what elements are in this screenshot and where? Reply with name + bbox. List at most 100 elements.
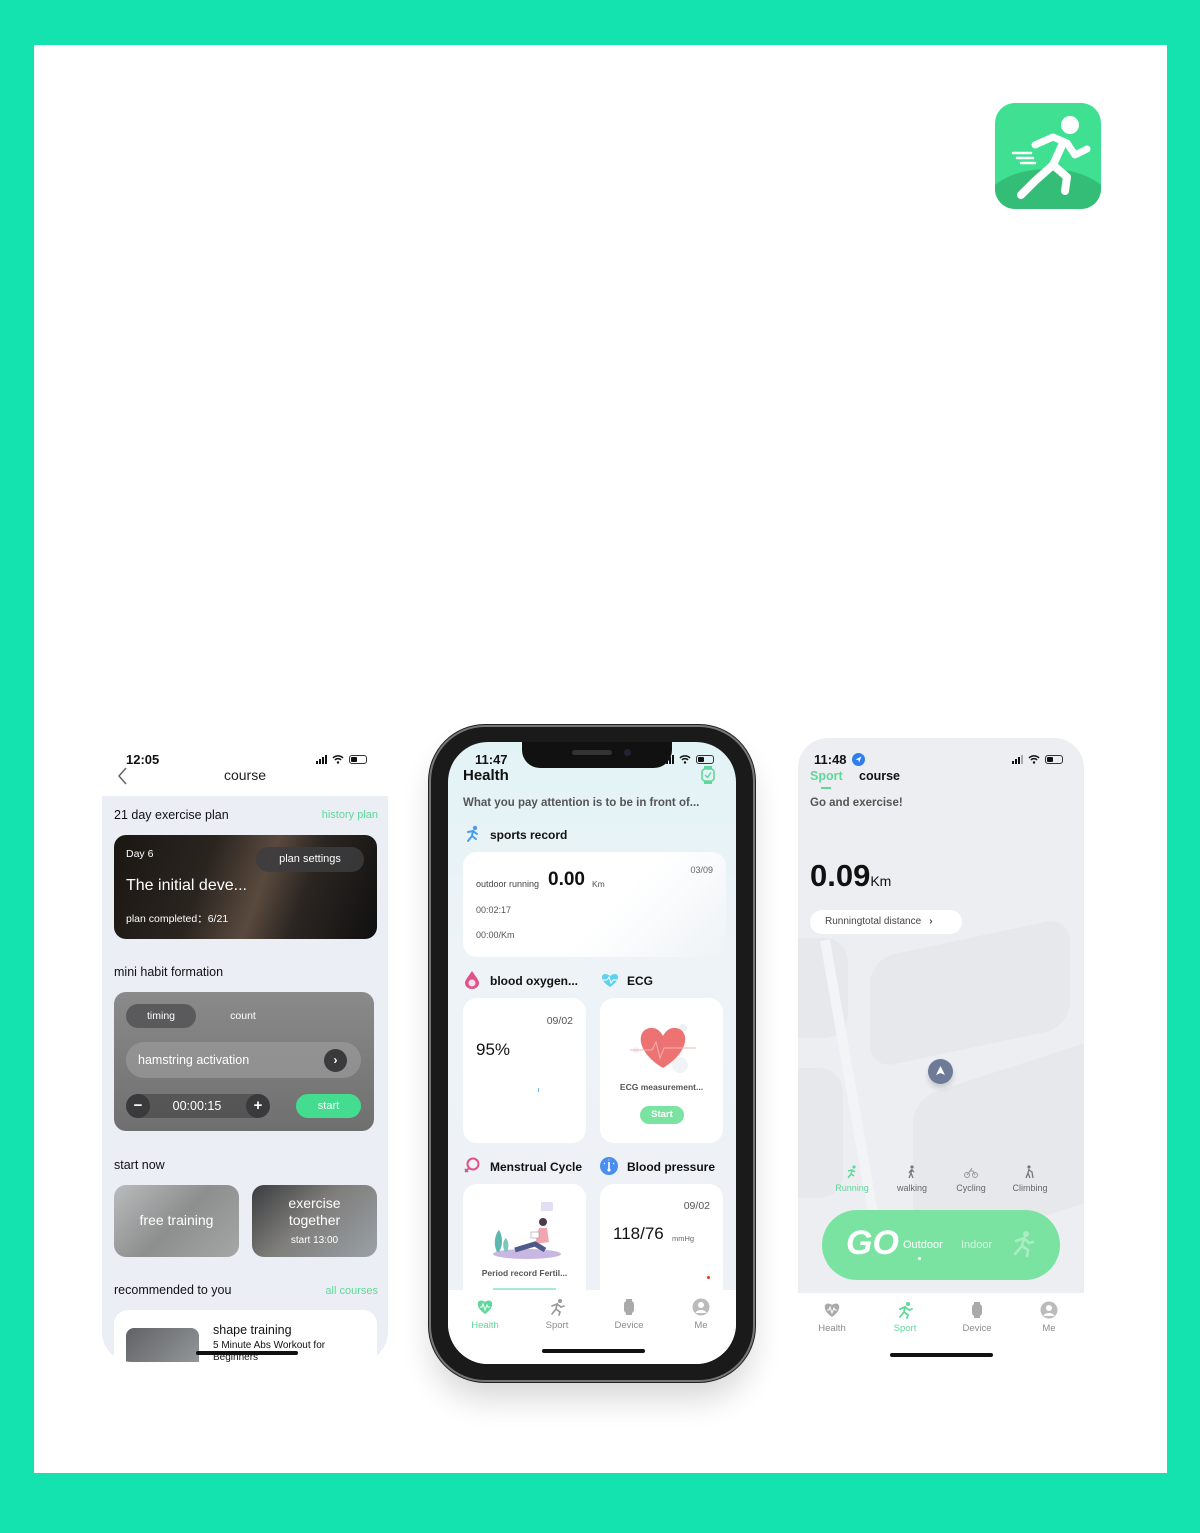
exercise-together-line1: exercise [288, 1195, 341, 1211]
sport-screen: 11:48 Sport course Go and exercise! 0.09… [798, 738, 1084, 1362]
running-person-icon [1011, 116, 1091, 199]
tab-sport[interactable]: Sport [532, 1298, 582, 1331]
walking-icon [908, 1165, 915, 1179]
sports-record-card[interactable]: outdoor running 0.00 Km 03/09 00:02:17 0… [463, 852, 726, 957]
go-button[interactable]: GO Outdoor Indoor [822, 1210, 1060, 1280]
profile-icon [692, 1298, 710, 1316]
speaker-grille [572, 750, 612, 755]
status-time: 11:47 [475, 752, 508, 767]
blood-oxygen-date: 09/02 [546, 1015, 573, 1027]
runner-icon [1013, 1231, 1034, 1258]
start-button[interactable]: start [296, 1094, 361, 1118]
tab-device[interactable]: Device [952, 1301, 1002, 1334]
tab-me[interactable]: Me [1024, 1301, 1074, 1334]
outdoor-option[interactable]: Outdoor [903, 1239, 943, 1251]
recommended-title: recommended to you [114, 1283, 232, 1297]
exercise-together-tile[interactable]: exercise together start 13:00 [252, 1185, 377, 1257]
mode-cycling-label: Cycling [956, 1183, 986, 1193]
tab-course-top[interactable]: course [859, 769, 900, 783]
mode-running[interactable]: Running [827, 1165, 877, 1193]
heart-icon [477, 1300, 493, 1314]
running-total-distance-button[interactable]: Runningtotal distance › [810, 910, 962, 934]
ecg-heart-icon [602, 974, 618, 987]
tab-me[interactable]: Me [676, 1298, 726, 1331]
phone-notch [522, 742, 672, 768]
mode-walking[interactable]: walking [887, 1165, 937, 1193]
tab-health[interactable]: Health [460, 1298, 510, 1331]
plan-progress-label: plan completed： [126, 913, 208, 925]
status-indicators [316, 755, 367, 764]
exercise-together-line2: together [288, 1212, 341, 1228]
ecg-card[interactable]: ECG measurement... Start [600, 998, 723, 1143]
sport-subtitle: Go and exercise! [810, 797, 903, 809]
tab-sport-top[interactable]: Sport [810, 769, 843, 783]
free-training-label: free training [139, 1212, 214, 1228]
watch-icon [624, 1299, 634, 1315]
tab-sport-label: Sport [545, 1320, 569, 1331]
active-tab-indicator [821, 787, 831, 789]
signal-icon [1012, 755, 1023, 764]
battery-icon [696, 755, 714, 764]
battery-icon [349, 755, 367, 764]
all-courses-link[interactable]: all courses [325, 1285, 378, 1297]
blood-pressure-title: Blood pressure [627, 1160, 716, 1174]
watch-check-icon[interactable] [700, 766, 716, 784]
menstrual-title: Menstrual Cycle [490, 1160, 583, 1174]
menstrual-caption: Period record Fertil... [481, 1268, 568, 1278]
ecg-start-button[interactable]: Start [640, 1106, 684, 1124]
start-now-title: start now [114, 1158, 165, 1172]
female-symbol-icon [464, 1157, 480, 1173]
blood-oxygen-card[interactable]: 09/02 95% [463, 998, 586, 1143]
chevron-right-icon: › [929, 916, 933, 927]
record-date: 03/09 [690, 865, 713, 875]
plan-day: Day 6 [126, 848, 154, 860]
blood-pressure-value: 118/76 [613, 1224, 664, 1243]
minus-icon[interactable]: − [126, 1094, 150, 1118]
home-indicator [196, 1351, 298, 1355]
blood-oxygen-chart-mark [538, 1088, 539, 1092]
sports-record-title: sports record [490, 828, 568, 842]
tab-timing[interactable]: timing [126, 1004, 196, 1028]
habit-card: timing count hamstring activation › 00:0… [114, 992, 374, 1131]
my-location-marker[interactable] [928, 1059, 953, 1084]
record-pace: 00:00/Km [476, 930, 515, 940]
plan-section-title: 21 day exercise plan [114, 808, 229, 822]
course-title: shape training [213, 1323, 292, 1337]
blood-pressure-date: 09/02 [683, 1200, 710, 1212]
home-indicator [890, 1353, 993, 1357]
tab-device[interactable]: Device [604, 1298, 654, 1331]
ecg-title: ECG [627, 974, 654, 988]
tab-health-label: Health [471, 1320, 499, 1331]
mode-cycling[interactable]: Cycling [946, 1165, 996, 1193]
plan-name: The initial deve... [126, 877, 247, 894]
plan-progress-value: 6/21 [207, 913, 229, 925]
plan-progress: plan completed：6/21 [126, 911, 228, 926]
activity-label: outdoor running [476, 879, 540, 889]
plan-card[interactable]: Day 6 plan settings The initial deve... … [114, 835, 377, 939]
status-indicators [1012, 755, 1063, 764]
record-duration: 00:02:17 [476, 905, 512, 915]
mode-climbing[interactable]: Climbing [1005, 1165, 1055, 1193]
history-plan-link[interactable]: history plan [322, 809, 378, 821]
total-distance: 0.09Km [810, 858, 891, 894]
wifi-icon [679, 755, 691, 764]
course-screen: 12:05 course 21 day exercise plan histor… [102, 738, 388, 1362]
tab-health[interactable]: Health [807, 1301, 857, 1334]
tab-device-label: Device [962, 1323, 992, 1334]
chevron-right-icon[interactable]: › [324, 1049, 347, 1072]
home-indicator [542, 1349, 645, 1353]
status-time: 12:05 [126, 752, 160, 767]
free-training-tile[interactable]: free training [114, 1185, 239, 1257]
tab-health-label: Health [818, 1323, 846, 1334]
mode-walking-label: walking [896, 1183, 927, 1193]
indoor-option[interactable]: Indoor [961, 1239, 992, 1251]
plus-icon[interactable]: + [246, 1094, 270, 1118]
page-title: course [223, 767, 267, 783]
watch-icon [972, 1302, 982, 1318]
cycling-icon [964, 1167, 978, 1178]
blood-pressure-unit: mmHg [672, 1234, 695, 1243]
tab-count[interactable]: count [212, 1004, 274, 1028]
plan-settings-button[interactable]: plan settings [256, 847, 364, 872]
ecg-illustration [630, 1024, 696, 1073]
tab-sport[interactable]: Sport [880, 1301, 930, 1334]
